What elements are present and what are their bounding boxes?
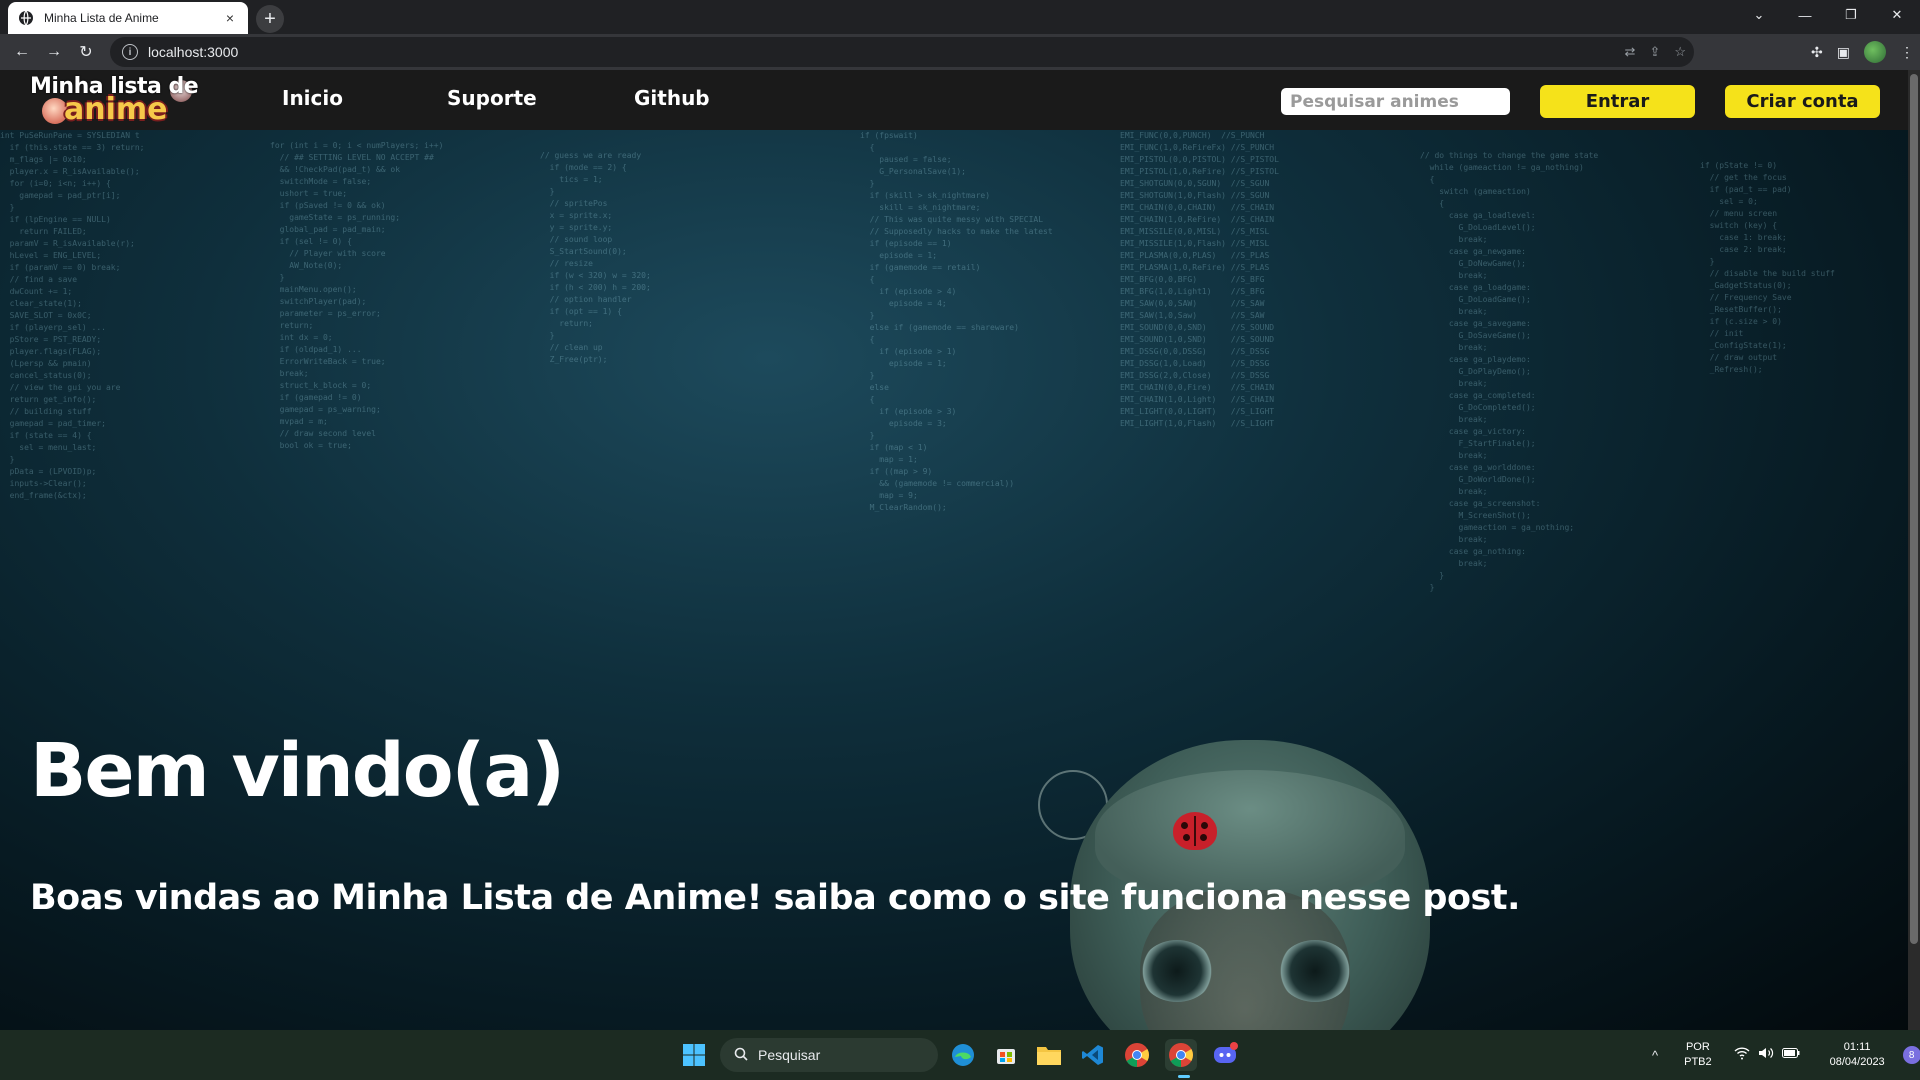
discord-icon[interactable] <box>1209 1039 1241 1071</box>
translate-icon[interactable]: ⇄ <box>1625 44 1636 60</box>
menu-icon[interactable]: ⋮ <box>1900 44 1914 61</box>
clock-time: 01:11 <box>1843 1041 1871 1053</box>
scrollbar-thumb[interactable] <box>1910 74 1918 944</box>
background-code-text: int PuSeRunPane = SYSLEDIAN t if (this.s… <box>0 131 145 500</box>
background-code-text: // do things to change the game state wh… <box>1420 151 1599 592</box>
active-app-indicator <box>1178 1075 1190 1078</box>
chevron-down-icon[interactable]: ⌄ <box>1736 0 1782 30</box>
address-bar[interactable]: i localhost:3000 ⇄ ⇪ ☆ <box>110 37 1694 67</box>
system-tray: ^ POR PTB2 01:11 08/04/2023 8 <box>1652 1030 1920 1080</box>
vscode-icon[interactable] <box>1077 1039 1109 1071</box>
ladybug-icon <box>1173 812 1217 850</box>
background-code-text: // guess we are ready if (mode == 2) { t… <box>540 151 651 364</box>
close-window-button[interactable]: ✕ <box>1874 0 1920 30</box>
wifi-icon[interactable] <box>1734 1046 1750 1065</box>
back-button[interactable]: ← <box>6 36 38 68</box>
share-icon[interactable]: ⇪ <box>1649 44 1660 60</box>
notification-badge[interactable]: 8 <box>1902 1046 1920 1064</box>
hero-title: Bem vindo(a) <box>30 728 565 814</box>
clock-date: 08/04/2023 <box>1829 1056 1885 1068</box>
store-icon[interactable] <box>990 1039 1022 1071</box>
url-text: localhost:3000 <box>148 44 239 60</box>
windows-taskbar: Pesquisar ^ POR PTB2 01:11 08/04/2023 8 <box>0 1030 1920 1080</box>
file-explorer-icon[interactable] <box>1033 1039 1065 1071</box>
search-icon <box>734 1047 748 1064</box>
edge-icon[interactable] <box>947 1039 979 1071</box>
chrome-active-icon[interactable] <box>1165 1039 1197 1071</box>
login-button[interactable]: Entrar <box>1540 85 1695 118</box>
browser-tab[interactable]: Minha Lista de Anime × <box>8 2 248 34</box>
page-scrollbar[interactable] <box>1908 70 1920 1030</box>
browser-tab-strip: Minha Lista de Anime × + ⌄ — ❐ ✕ <box>0 0 1920 34</box>
clock[interactable]: 01:11 08/04/2023 <box>1830 1040 1885 1070</box>
battery-icon[interactable] <box>1781 1046 1800 1064</box>
site-logo[interactable]: Minha lista de anime <box>30 72 200 128</box>
logo-text-bottom: anime <box>64 92 168 127</box>
reload-button[interactable]: ↻ <box>70 36 102 68</box>
nav-link-suporte[interactable]: Suporte <box>447 86 537 110</box>
nav-link-inicio[interactable]: Inicio <box>282 86 343 110</box>
signup-button[interactable]: Criar conta <box>1725 85 1880 118</box>
background-code-text: for (int i = 0; i < numPlayers; i++) // … <box>270 141 444 450</box>
nav-link-github[interactable]: Github <box>634 86 710 110</box>
search-anime-input[interactable] <box>1281 88 1510 115</box>
volume-icon[interactable] <box>1758 1046 1774 1065</box>
browser-toolbar: ← → ↻ i localhost:3000 ⇄ ⇪ ☆ ✣ ▣ ⋮ <box>0 34 1920 70</box>
bookmark-star-icon[interactable]: ☆ <box>1674 44 1686 60</box>
hero-subtitle: Boas vindas ao Minha Lista de Anime! sai… <box>30 878 1520 918</box>
character-eye <box>1278 940 1352 1002</box>
keyboard-layout: PTB2 <box>1684 1056 1712 1068</box>
profile-avatar[interactable] <box>1864 41 1886 63</box>
forward-button[interactable]: → <box>38 36 70 68</box>
chrome-icon[interactable] <box>1121 1039 1153 1071</box>
windows-start-icon[interactable] <box>678 1039 710 1071</box>
site-navbar: Minha lista de anime Inicio Suporte Gith… <box>0 70 1908 130</box>
close-tab-icon[interactable]: × <box>222 10 238 26</box>
info-icon[interactable]: i <box>122 44 138 60</box>
taskbar-search-label: Pesquisar <box>758 1047 821 1063</box>
background-code-text: if (pState != 0) // get the focus if (pa… <box>1700 161 1835 374</box>
language-indicator[interactable]: POR PTB2 <box>1684 1040 1712 1070</box>
maximize-button[interactable]: ❐ <box>1828 0 1874 30</box>
side-panel-icon[interactable]: ▣ <box>1837 44 1850 61</box>
character-eye <box>1140 940 1214 1002</box>
globe-icon <box>18 10 34 26</box>
show-hidden-icons-chevron[interactable]: ^ <box>1652 1048 1658 1063</box>
tab-title: Minha Lista de Anime <box>44 11 159 25</box>
minimize-button[interactable]: — <box>1782 0 1828 30</box>
new-tab-button[interactable]: + <box>256 5 284 33</box>
extensions-icon[interactable]: ✣ <box>1811 44 1823 61</box>
language-code: POR <box>1685 1041 1710 1053</box>
taskbar-search[interactable]: Pesquisar <box>720 1038 938 1072</box>
background-code-text: EMI_FUNC(0,0,PUNCH) //S_PUNCH EMI_FUNC(1… <box>1120 131 1279 428</box>
